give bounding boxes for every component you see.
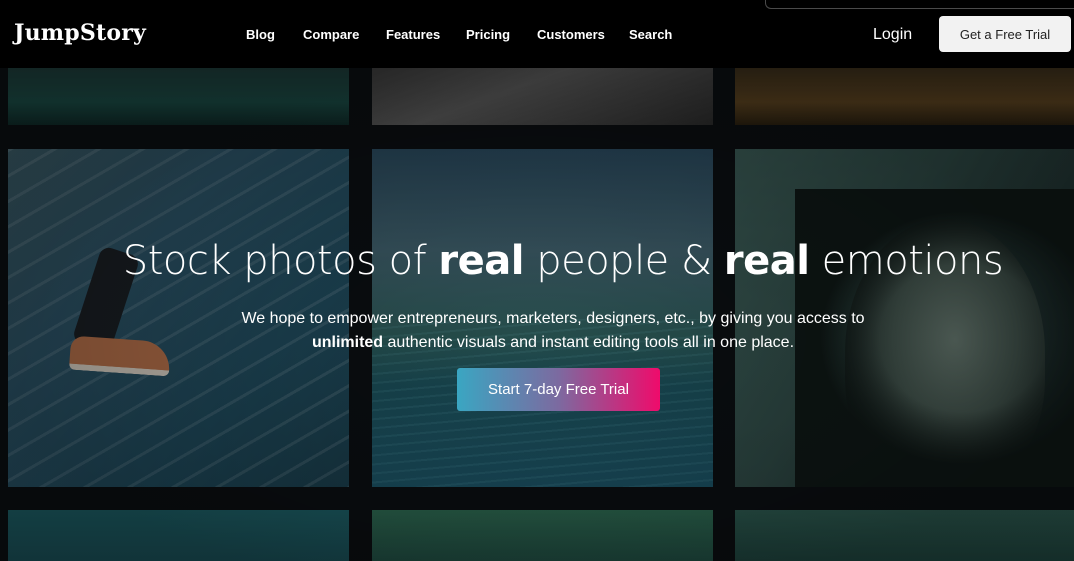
hero-title-bold1: real (438, 238, 524, 284)
nav-item-blog[interactable]: Blog (246, 27, 275, 42)
get-free-trial-button[interactable]: Get a Free Trial (939, 16, 1071, 52)
top-navigation: JumpStory Blog Compare Features Pricing … (0, 0, 1074, 68)
browser-edge (765, 0, 1074, 9)
photo-tile-top-right (735, 68, 1074, 125)
nav-item-pricing[interactable]: Pricing (466, 27, 510, 42)
photo-tile-top-left (8, 68, 349, 125)
hero-title: Stock photos of real people & real emoti… (0, 238, 1074, 284)
nav-item-search[interactable]: Search (629, 27, 672, 42)
hero-subtitle-bold: unlimited (311, 334, 384, 351)
photo-tile-bottom-right (735, 510, 1074, 561)
nav-item-compare[interactable]: Compare (303, 27, 359, 42)
login-link[interactable]: Login (873, 26, 912, 44)
photo-tile-bottom-center (372, 510, 713, 561)
hero-title-part2: people & (523, 238, 724, 284)
nav-item-features[interactable]: Features (386, 27, 440, 42)
jumpstory-logo[interactable]: JumpStory (14, 20, 146, 46)
hero-title-bold2: real (723, 238, 810, 284)
hero-title-part1: Stock photos of (122, 238, 439, 284)
hero-subtitle-line2: authentic visuals and instant editing to… (383, 334, 795, 351)
start-free-trial-button[interactable]: Start 7-day Free Trial (457, 368, 660, 411)
nav-item-customers[interactable]: Customers (537, 27, 605, 42)
hero-title-part3: emotions (809, 238, 1004, 284)
hero-subtitle-line1: We hope to empower entrepreneurs, market… (241, 310, 865, 327)
hero-subtitle: We hope to empower entrepreneurs, market… (0, 307, 1074, 355)
photo-tile-top-center (372, 68, 713, 125)
photo-tile-bottom-left (8, 510, 349, 561)
